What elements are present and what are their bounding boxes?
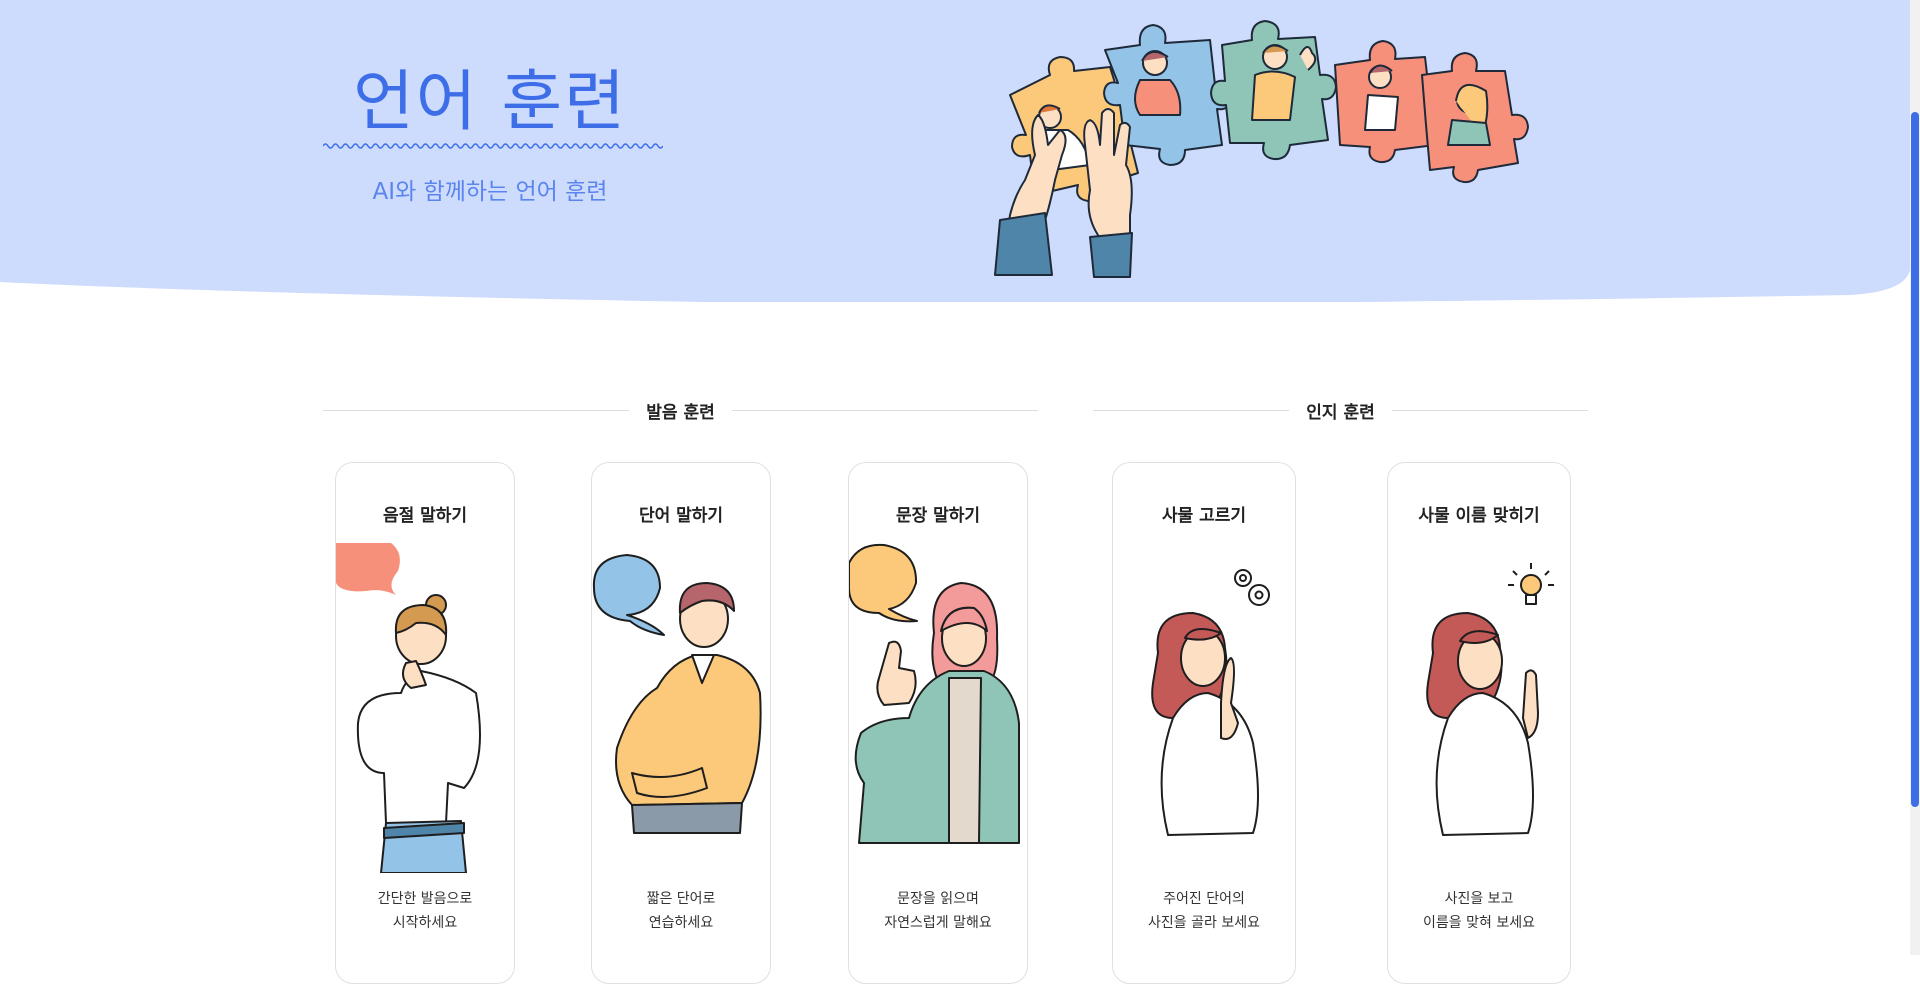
woman-thinking-illustration — [336, 543, 481, 873]
card-description: 간단한 발음으로 시작하세요 — [336, 887, 514, 935]
title-underline-wave — [323, 143, 663, 149]
page-subtitle: AI와 함께하는 언어 훈련 — [372, 179, 608, 205]
page-title: 언어 훈련 — [353, 63, 627, 140]
hero-background — [0, 0, 1910, 302]
card-title: 단어 말하기 — [638, 506, 724, 526]
card-sentence-speaking[interactable]: 문장 말하기 문장을 읽으며 자연스럽게 말해요 — [848, 462, 1028, 984]
card-title: 문장 말하기 — [895, 506, 981, 526]
card-word-speaking[interactable]: 단어 말하기 짧은 단어로 연습하세요 — [591, 462, 771, 984]
card-choose-object[interactable]: 사물 고르기 주어진 단어의 사진을 골라 보세요 — [1112, 462, 1296, 984]
hero-banner: 언어 훈련 AI와 함께하는 언어 훈련 — [0, 0, 1910, 302]
scrollbar-thumb[interactable] — [1911, 112, 1919, 807]
man-thinking-illustration — [592, 554, 762, 834]
card-description: 짧은 단어로 연습하세요 — [592, 887, 770, 935]
divider-line — [323, 410, 630, 411]
card-description-line: 시작하세요 — [392, 915, 458, 931]
divider-line — [1391, 410, 1589, 411]
divider-line — [731, 410, 1039, 411]
woman-thumbs-up-illustration — [849, 543, 1020, 844]
card-description-line: 자연스럽게 말해요 — [884, 915, 992, 931]
card-name-object[interactable]: 사물 이름 맞히기 사진을 보고 이름을 맞혀 보세요 — [1387, 462, 1571, 984]
woman-idea-illustration — [1426, 563, 1554, 836]
section-label: 인지 훈련 — [1306, 403, 1375, 423]
gear-icon — [1234, 569, 1270, 606]
card-description-line: 연습하세요 — [648, 915, 714, 931]
divider-line — [1093, 410, 1290, 411]
section-cognitive-training: 인지 훈련 — [1093, 398, 1589, 423]
card-title: 사물 이름 맞히기 — [1418, 506, 1540, 526]
woman-pondering-gears-illustration — [1151, 569, 1270, 836]
card-description: 주어진 단어의 사진을 골라 보세요 — [1113, 887, 1295, 935]
card-description-line: 사진을 골라 보세요 — [1148, 915, 1260, 931]
card-description: 문장을 읽으며 자연스럽게 말해요 — [849, 887, 1027, 935]
puzzle-hands-illustration — [994, 20, 1529, 278]
card-description: 사진을 보고 이름을 맞혀 보세요 — [1388, 887, 1570, 935]
section-label: 발음 훈련 — [646, 403, 715, 423]
card-description-line: 문장을 읽으며 — [897, 891, 979, 907]
card-description-line: 사진을 보고 — [1444, 891, 1514, 907]
card-title: 사물 고르기 — [1161, 506, 1247, 526]
card-title: 음절 말하기 — [382, 506, 468, 526]
card-syllable-speaking[interactable]: 음절 말하기 간단한 발음으로 시작하세요 — [335, 462, 515, 984]
card-description-line: 이름을 맞혀 보세요 — [1423, 915, 1535, 931]
lightbulb-icon — [1508, 563, 1554, 605]
card-description-line: 간단한 발음으로 — [377, 891, 473, 907]
card-description-line: 주어진 단어의 — [1163, 891, 1245, 907]
card-description-line: 짧은 단어로 — [646, 891, 716, 907]
section-pronunciation-training: 발음 훈련 — [323, 398, 1039, 423]
